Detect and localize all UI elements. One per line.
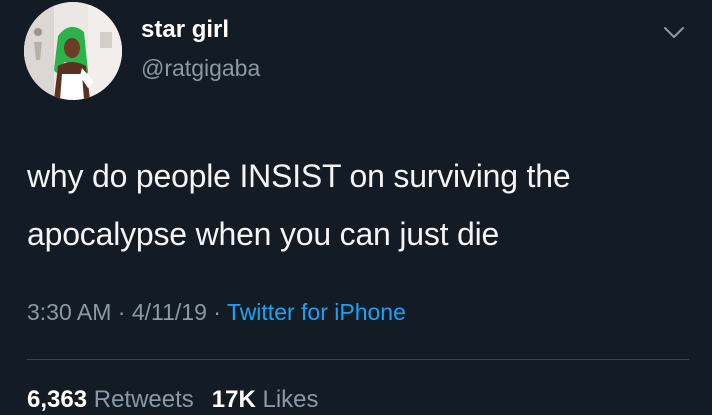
retweets-label: Retweets (93, 386, 194, 413)
retweets-stat[interactable]: 6,363 Retweets (27, 386, 194, 413)
tweet-meta: 3:30 AM · 4/11/19 · Twitter for iPhone (27, 299, 406, 326)
tweet-card: star girl @ratgigaba why do people INSIS… (0, 0, 712, 415)
meta-separator: · (213, 299, 221, 325)
tweet-text-line: apocalypse when you can just die (27, 216, 500, 252)
tweet-text-line: why do people INSIST on surviving the (27, 158, 571, 194)
likes-stat[interactable]: 17K Likes (212, 386, 319, 413)
tweet-source-link[interactable]: Twitter for iPhone (227, 299, 406, 325)
likes-count: 17K (211, 386, 256, 413)
chevron-down-icon[interactable] (662, 24, 686, 42)
divider (27, 359, 689, 360)
tweet-time[interactable]: 3:30 AM (27, 299, 111, 325)
display-name[interactable]: star girl (141, 16, 229, 44)
tweet-date[interactable]: 4/11/19 (132, 299, 207, 325)
user-handle[interactable]: @ratgigaba (141, 55, 260, 82)
tweet-text: why do people INSIST on surviving the ap… (27, 147, 697, 263)
tweet-stats: 6,363 Retweets 17K Likes (27, 386, 319, 414)
likes-label: Likes (262, 386, 319, 413)
avatar[interactable] (24, 2, 122, 100)
meta-separator: · (117, 299, 126, 325)
retweets-count: 6,363 (27, 386, 88, 413)
